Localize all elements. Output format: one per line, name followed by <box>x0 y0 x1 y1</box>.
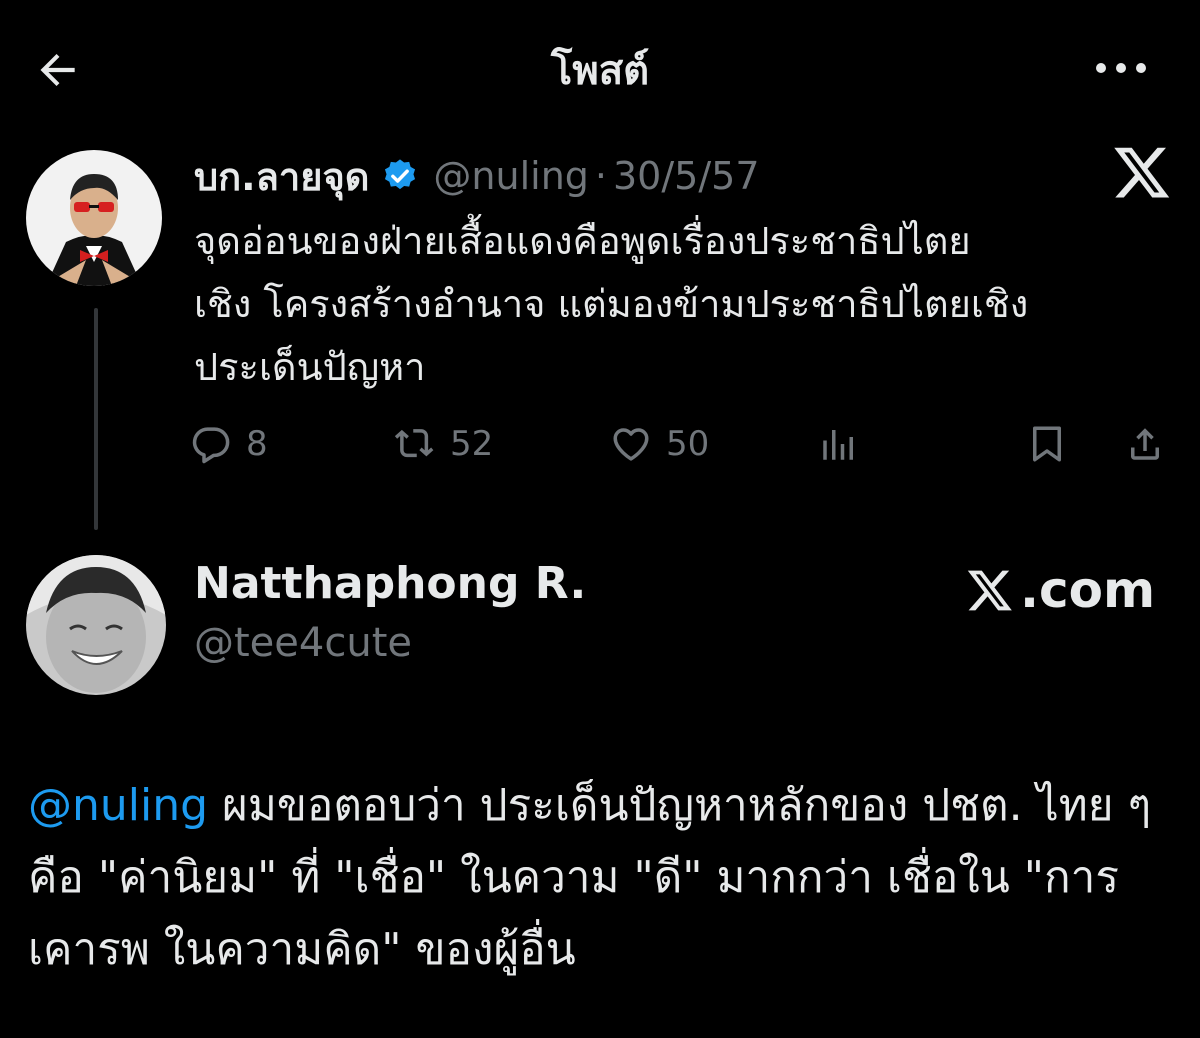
reply-author-name[interactable]: Natthaphong R. <box>194 558 586 609</box>
heart-icon <box>613 428 649 461</box>
brand-suffix: .com <box>1020 561 1156 619</box>
reply-count: 8 <box>246 424 268 464</box>
bookmark-button[interactable] <box>1026 414 1082 474</box>
like-count: 50 <box>666 424 710 464</box>
page-title: โพสต์ <box>550 48 650 94</box>
more-options-button[interactable] <box>1086 44 1156 92</box>
x-com-brand: .com <box>964 560 1155 620</box>
reply-button[interactable]: 8 <box>190 414 268 474</box>
bookmark-icon <box>1033 426 1061 462</box>
separator-dot: · <box>594 154 607 198</box>
quoted-post-header: บก.ลายจุด @nuling · 30/5/57 <box>194 148 760 204</box>
quoted-post-text: จุดอ่อนของฝ่ายเสื้อแดงคือพูดเรื่องประชาธ… <box>194 219 1029 389</box>
repost-count: 52 <box>450 424 494 464</box>
verified-badge-icon <box>385 159 416 190</box>
views-button[interactable] <box>818 414 874 474</box>
mention-link[interactable]: @nuling <box>28 780 208 831</box>
author-handle[interactable]: @nuling <box>433 154 589 198</box>
reply-text: @nuling ผมขอตอบว่า ประเด็นปัญหาหลักของ ป… <box>28 770 1178 986</box>
x-logo-icon <box>967 570 1012 611</box>
reply-icon <box>192 427 230 464</box>
repost-icon <box>394 429 434 458</box>
share-button[interactable] <box>1124 414 1180 474</box>
reply-author-handle[interactable]: @tee4cute <box>194 620 412 666</box>
avatar[interactable] <box>26 555 166 695</box>
thread-connector-line <box>94 308 98 530</box>
avatar[interactable] <box>26 150 162 286</box>
x-logo-icon <box>1114 147 1170 198</box>
more-horizontal-icon <box>1096 63 1146 73</box>
author-name[interactable]: บก.ลายจุด <box>194 146 369 207</box>
analytics-icon <box>823 430 853 460</box>
post-actions-bar: 8 52 50 <box>190 414 1180 474</box>
share-icon <box>1131 428 1159 460</box>
like-button[interactable]: 50 <box>610 414 709 474</box>
repost-button[interactable]: 52 <box>394 414 493 474</box>
post-date[interactable]: 30/5/57 <box>613 154 760 198</box>
x-logo-button[interactable] <box>1112 142 1172 202</box>
